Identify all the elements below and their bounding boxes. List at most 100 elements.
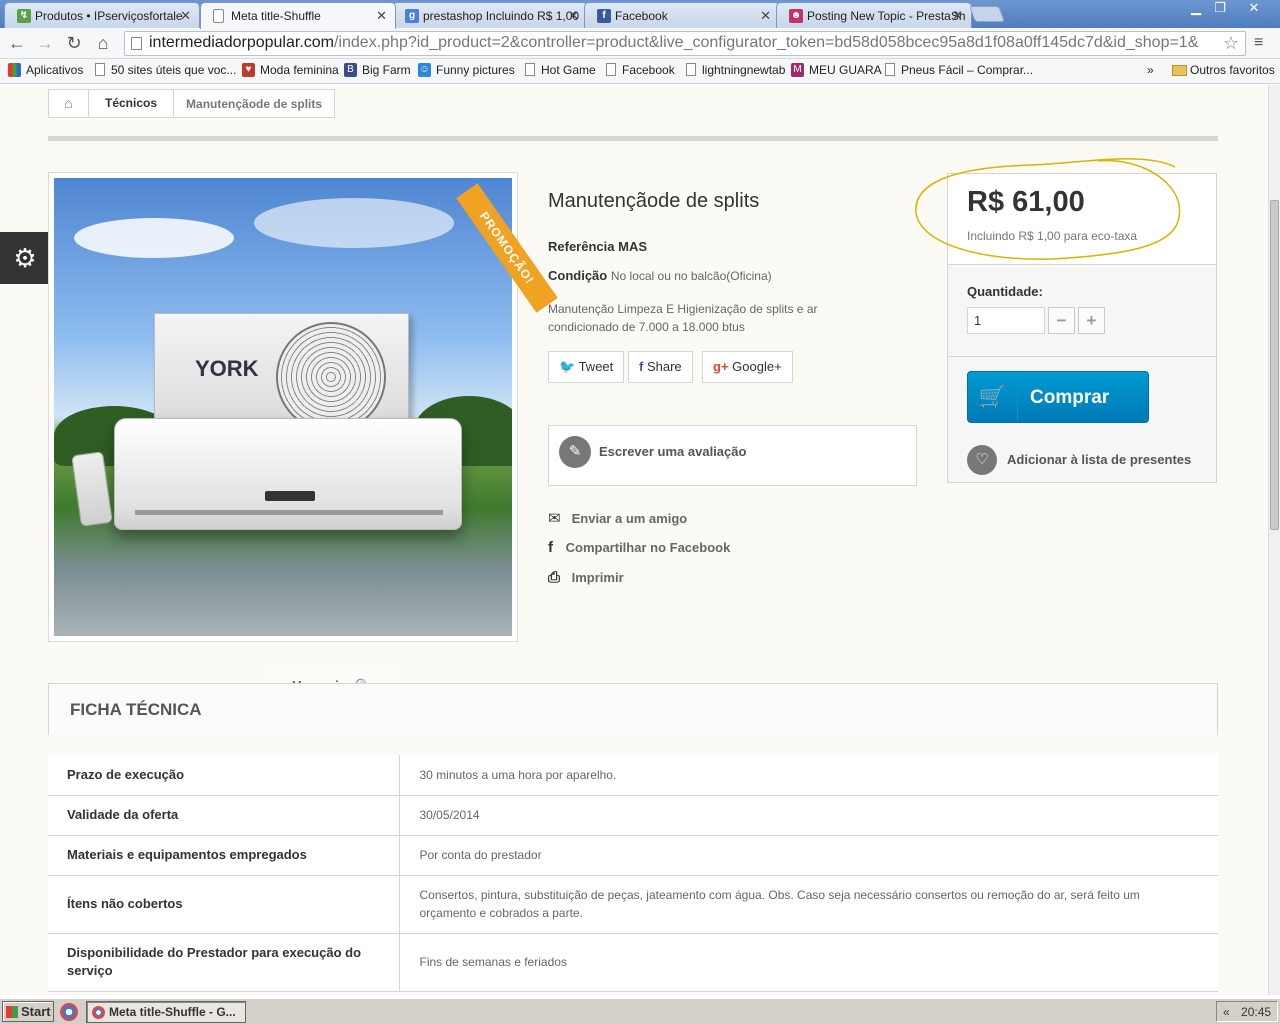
google-icon: g bbox=[405, 9, 419, 23]
row-value: Consertos, pintura, substituição de peça… bbox=[399, 875, 1218, 934]
close-tab-icon[interactable]: ✕ bbox=[568, 8, 579, 24]
table-row: Disponibilidade do Prestador para execuç… bbox=[48, 933, 1218, 992]
tweet-button[interactable]: 🐦 Tweet bbox=[548, 351, 625, 383]
live-configurator-gear-icon[interactable]: ⚙ bbox=[0, 232, 50, 284]
condition-label: Condição bbox=[548, 268, 608, 283]
bookmark-label: Facebook bbox=[622, 63, 675, 77]
scrollbar-thumb[interactable] bbox=[1270, 200, 1279, 530]
indoor-unit bbox=[114, 418, 462, 530]
print-link[interactable]: ⎙ Imprimir bbox=[548, 569, 624, 586]
other-bookmarks[interactable]: Outros favoritos bbox=[1172, 63, 1275, 77]
bookmark-label: Pneus Fácil – Comprar... bbox=[901, 63, 1034, 77]
facebook-share-button[interactable]: f Share bbox=[628, 351, 693, 383]
chrome-quicklaunch-icon[interactable] bbox=[60, 1003, 78, 1021]
bookmark-item[interactable]: Hot Game bbox=[523, 63, 596, 77]
unit-display bbox=[265, 491, 315, 501]
reference-value: MAS bbox=[618, 239, 647, 254]
bookmark-item[interactable]: M MEU GUARA bbox=[791, 63, 882, 77]
tray-expand-icon[interactable]: « bbox=[1223, 1005, 1230, 1019]
write-review-box[interactable]: ✎ Escrever uma avaliação bbox=[548, 425, 917, 486]
url-path: /index.php?id_product=2&controller=produ… bbox=[334, 34, 1199, 51]
send-friend-label: Enviar a um amigo bbox=[571, 511, 688, 526]
product-title: Manutençãode de splits bbox=[548, 190, 760, 212]
page-icon bbox=[686, 63, 696, 76]
breadcrumb-category[interactable]: Técnicos bbox=[89, 90, 175, 117]
bookmark-item[interactable]: B Big Farm bbox=[344, 63, 411, 77]
bookmark-item[interactable]: ☺ Funny pictures bbox=[418, 63, 515, 77]
bookmark-label: Big Farm bbox=[362, 63, 411, 77]
close-window-icon[interactable]: ✕ bbox=[1240, 0, 1268, 18]
menu-icon[interactable]: ≡ bbox=[1254, 34, 1263, 52]
close-tab-icon[interactable]: ✕ bbox=[180, 8, 191, 24]
heart-icon: ♡ bbox=[967, 445, 997, 475]
write-review-link[interactable]: Escrever uma avaliação bbox=[599, 444, 746, 459]
home-icon[interactable]: ⌂ bbox=[49, 90, 89, 117]
divider bbox=[48, 136, 1218, 141]
facebook-icon: f bbox=[597, 9, 611, 23]
buy-label: Comprar bbox=[1030, 387, 1110, 408]
minimize-icon[interactable]: ▁ bbox=[1184, 0, 1208, 18]
page-icon bbox=[606, 63, 616, 76]
table-row: Materiais e equipamentos empregados Por c… bbox=[48, 835, 1218, 876]
divider bbox=[948, 356, 1216, 357]
restore-icon[interactable]: ❐ bbox=[1208, 0, 1232, 18]
forward-icon[interactable]: → bbox=[33, 32, 57, 54]
page-content: ⌂ Técnicos Manutençãode de splits ⚙ YORK… bbox=[0, 85, 1268, 995]
fan-grille bbox=[276, 322, 386, 432]
windows-logo-icon bbox=[6, 1006, 18, 1018]
breadcrumb-current: Manutençãode de splits bbox=[186, 96, 323, 111]
home-icon[interactable]: ⌂ bbox=[91, 32, 115, 54]
product-image[interactable]: YORK bbox=[54, 178, 512, 636]
quantity-input[interactable]: 1 bbox=[967, 307, 1045, 334]
reload-icon[interactable]: ↻ bbox=[62, 32, 86, 54]
quantity-decrease-button[interactable]: − bbox=[1048, 307, 1075, 334]
tab-prestashop-forum[interactable]: ☻ Posting New Topic - PrestaSh ✕ bbox=[776, 2, 972, 28]
print-label: Imprimir bbox=[571, 570, 624, 585]
quantity-label: Quantidade: bbox=[967, 284, 1043, 299]
bookmark-item[interactable]: 50 sites úteis que voc... bbox=[93, 63, 236, 77]
share-facebook-link[interactable]: f Compartilhar no Facebook bbox=[548, 539, 730, 556]
product-reference: Referência MAS bbox=[548, 239, 647, 254]
bookmark-item[interactable]: ♥ Moda feminina bbox=[242, 63, 339, 77]
bookmarks-bar: Aplicativos 50 sites úteis que voc... ♥ M… bbox=[0, 59, 1280, 84]
close-tab-icon[interactable]: ✕ bbox=[952, 8, 963, 24]
tab-meta-title[interactable]: Meta title-Shuffle ✕ bbox=[200, 2, 396, 29]
smiley-icon: ☺ bbox=[418, 63, 431, 77]
send-to-friend-link[interactable]: ✉ Enviar a um amigo bbox=[548, 509, 687, 527]
bookmark-item[interactable]: Pneus Fácil – Comprar... bbox=[883, 63, 1033, 77]
bookmark-item[interactable]: lightningnewtab bbox=[684, 63, 785, 77]
row-key: Validade da oferta bbox=[48, 795, 400, 836]
quantity-increase-button[interactable]: + bbox=[1078, 307, 1105, 334]
product-description: Manutenção Limpeza E Higienização de spl… bbox=[548, 302, 818, 334]
row-key: Disponibilidade do Prestador para execuç… bbox=[48, 933, 400, 992]
page-icon bbox=[95, 63, 105, 76]
start-button[interactable]: Start bbox=[2, 1001, 54, 1022]
address-bar[interactable]: intermediadorpopular.com/index.php?id_pr… bbox=[124, 31, 1246, 56]
close-tab-icon[interactable]: ✕ bbox=[760, 8, 771, 24]
bookmark-item[interactable]: Facebook bbox=[604, 63, 675, 77]
twitter-icon: 🐦 bbox=[559, 359, 576, 374]
bookmark-label: MEU GUARA bbox=[809, 63, 882, 77]
tab-title: Facebook bbox=[615, 9, 668, 23]
back-icon[interactable]: ← bbox=[5, 32, 29, 54]
product-image-frame[interactable]: YORK Ver maior 🔍 bbox=[48, 172, 518, 708]
add-to-cart-button[interactable]: 🛒 Comprar bbox=[967, 371, 1149, 423]
browser-toolbar: ← → ↻ ⌂ intermediadorpopular.com/index.p… bbox=[0, 28, 1280, 59]
chrome-icon bbox=[92, 1006, 105, 1019]
tab-facebook[interactable]: f Facebook ✕ bbox=[584, 2, 780, 28]
close-tab-icon[interactable]: ✕ bbox=[376, 8, 387, 24]
page-icon bbox=[213, 9, 224, 23]
add-to-wishlist-link[interactable]: ♡ Adicionar à lista de presentes bbox=[967, 445, 1191, 475]
start-label: Start bbox=[21, 1004, 51, 1019]
tab-produtos[interactable]: ↯ Produtos • IPserviçosfortale ✕ bbox=[4, 2, 200, 28]
tab-google-search[interactable]: g prestashop Incluindo R$ 1,00 ✕ bbox=[392, 2, 588, 28]
google-plus-button[interactable]: g+ Google+ bbox=[702, 351, 793, 383]
data-sheet-header: FICHA TÉCNICA bbox=[48, 683, 1218, 735]
facebook-icon: f bbox=[639, 359, 644, 374]
new-tab-button[interactable] bbox=[969, 6, 1005, 22]
bookmarks-overflow-button[interactable]: » bbox=[1147, 63, 1154, 77]
bookmark-apps[interactable]: Aplicativos bbox=[8, 63, 83, 77]
taskbar-window-button[interactable]: Meta title-Shuffle - G... bbox=[86, 1001, 246, 1023]
page-scrollbar[interactable] bbox=[1268, 85, 1280, 995]
bookmark-star-icon[interactable]: ☆ bbox=[1223, 33, 1239, 54]
